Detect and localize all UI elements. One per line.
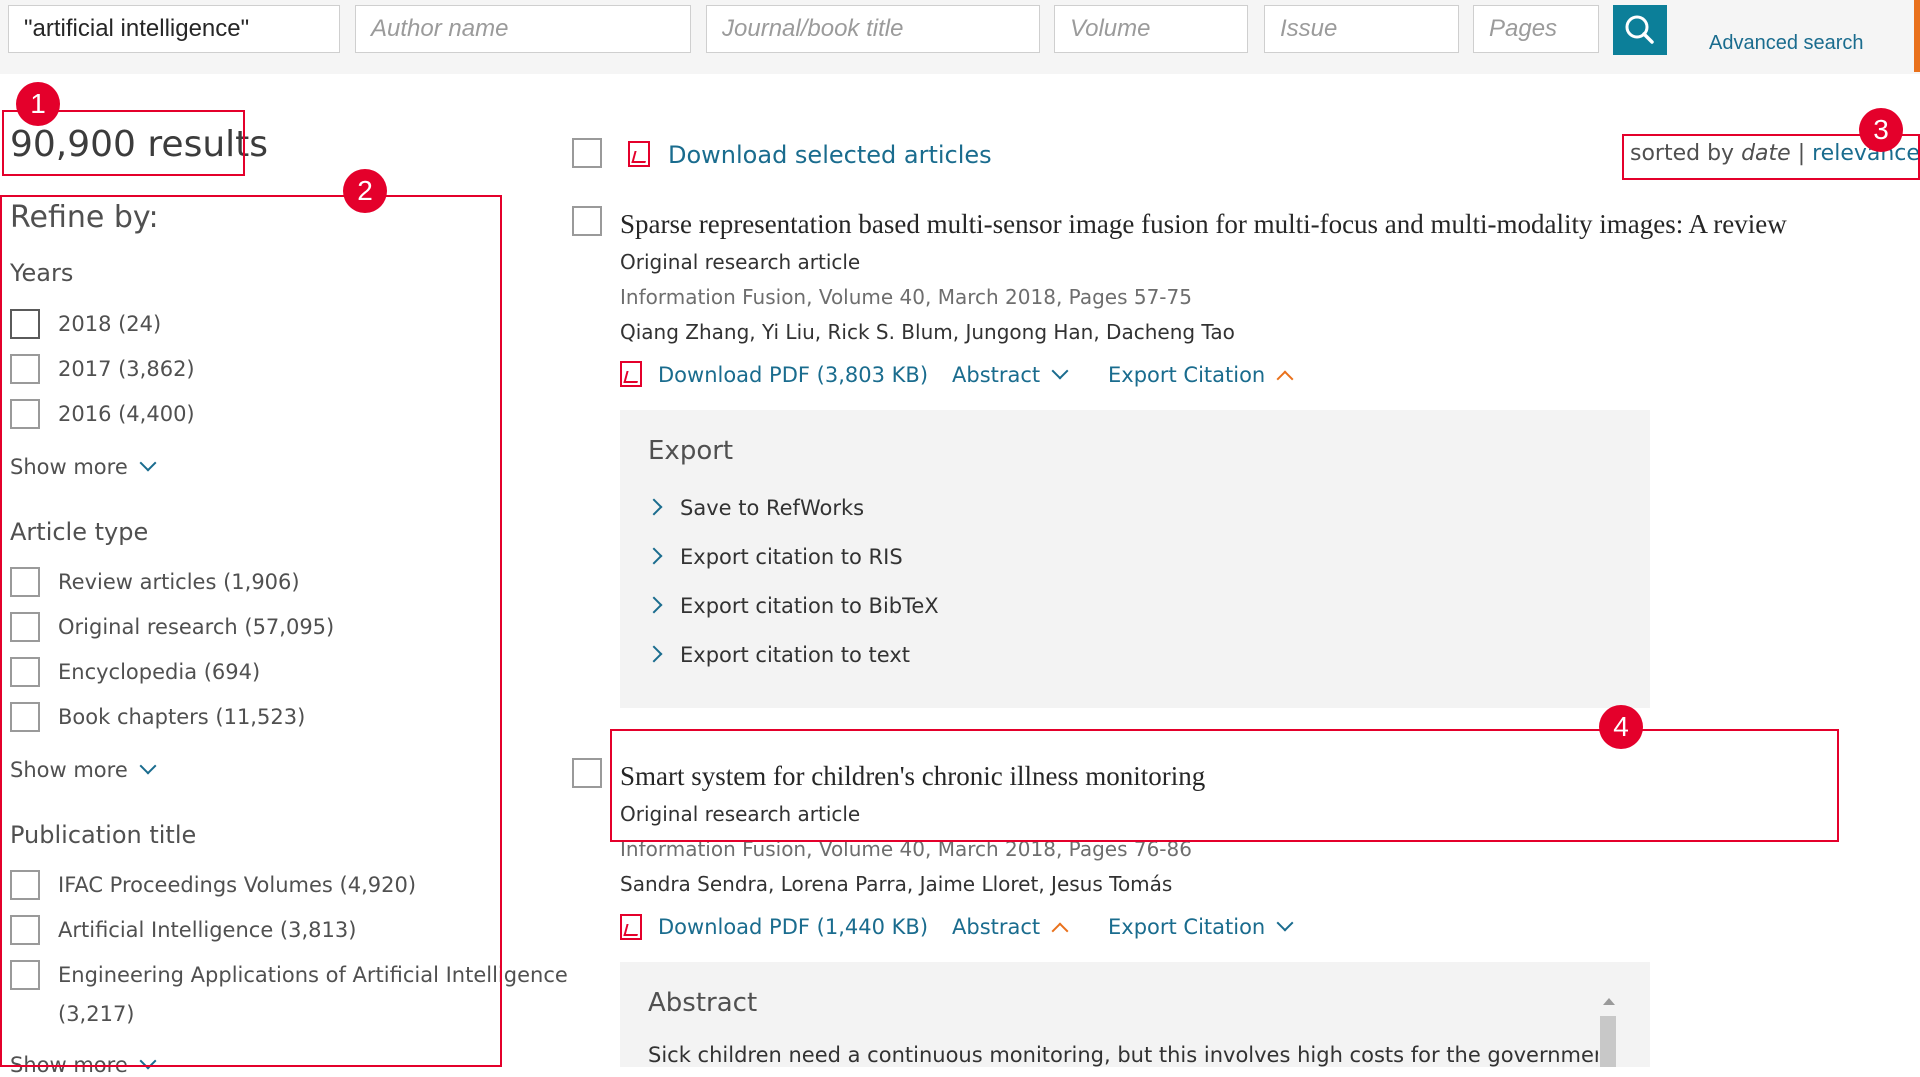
- pdf-icon: [628, 141, 650, 167]
- export-item-label: Save to RefWorks: [680, 496, 865, 520]
- abstract-toggle[interactable]: Abstract: [952, 915, 1069, 940]
- result-authors: Qiang Zhang, Yi Liu, Rick S. Blum, Jungo…: [620, 320, 1235, 344]
- chevron-right-icon: [645, 596, 663, 614]
- keywords-input[interactable]: "artificial intelligence": [8, 5, 340, 53]
- result-source: Information Fusion, Volume 40, March 201…: [620, 285, 1192, 309]
- pdf-icon: [620, 361, 642, 387]
- abstract-label: Abstract: [952, 915, 1041, 939]
- volume-input[interactable]: Volume: [1054, 5, 1248, 53]
- export-text-link[interactable]: Export citation to text: [645, 643, 911, 667]
- accent-edge: [1914, 0, 1920, 72]
- chevron-right-icon: [645, 498, 663, 516]
- chevron-right-icon: [645, 547, 663, 565]
- annotation-badge: 2: [343, 169, 387, 213]
- export-bibtex-link[interactable]: Export citation to BibTeX: [645, 594, 939, 618]
- abstract-label: Abstract: [952, 363, 1041, 387]
- export-refworks-link[interactable]: Save to RefWorks: [645, 496, 865, 520]
- export-item-label: Export citation to RIS: [680, 545, 903, 569]
- annotation-badge: 4: [1599, 705, 1643, 749]
- chevron-up-icon: [1051, 922, 1069, 940]
- scroll-up-arrow[interactable]: [1603, 998, 1615, 1005]
- abstract-toggle[interactable]: Abstract: [952, 362, 1069, 387]
- abstract-heading: Abstract: [648, 988, 758, 1018]
- annotation-badge: 3: [1859, 108, 1903, 152]
- annotation-box-2: [0, 195, 502, 1067]
- annotation-badge: 1: [16, 82, 60, 126]
- issue-input[interactable]: Issue: [1264, 5, 1459, 53]
- advanced-search-link[interactable]: Advanced search: [1709, 32, 1864, 55]
- chevron-right-icon: [645, 645, 663, 663]
- annotation-box-4: [610, 729, 1839, 842]
- download-pdf-link[interactable]: Download PDF (1,440 KB): [658, 915, 928, 939]
- result-title[interactable]: Sparse representation based multi-sensor…: [620, 209, 1787, 240]
- export-citation-label: Export Citation: [1108, 915, 1266, 939]
- search-icon: [1625, 15, 1654, 44]
- export-ris-link[interactable]: Export citation to RIS: [645, 545, 903, 569]
- search-button[interactable]: [1613, 5, 1667, 55]
- export-item-label: Export citation to text: [680, 643, 911, 667]
- export-heading: Export: [648, 436, 734, 466]
- export-citation-label: Export Citation: [1108, 363, 1266, 387]
- scrollbar-thumb[interactable]: [1600, 1016, 1616, 1067]
- select-all-checkbox[interactable]: [572, 138, 602, 168]
- result-checkbox[interactable]: [572, 758, 602, 788]
- pdf-icon: [620, 914, 642, 940]
- download-pdf-link[interactable]: Download PDF (3,803 KB): [658, 363, 928, 387]
- chevron-up-icon: [1276, 370, 1294, 388]
- journal-input[interactable]: Journal/book title: [706, 5, 1040, 53]
- chevron-down-icon: [1051, 362, 1069, 380]
- chevron-down-icon: [1276, 914, 1294, 932]
- export-citation-toggle[interactable]: Export Citation: [1108, 363, 1294, 388]
- result-checkbox[interactable]: [572, 206, 602, 236]
- export-item-label: Export citation to BibTeX: [680, 594, 939, 618]
- pages-input[interactable]: Pages: [1473, 5, 1599, 53]
- author-input[interactable]: Author name: [355, 5, 691, 53]
- abstract-text: Sick children need a continuous monitori…: [648, 1043, 1616, 1067]
- download-selected-link[interactable]: Download selected articles: [668, 141, 992, 169]
- search-bar: "artificial intelligence" Author name Jo…: [0, 0, 1920, 74]
- result-type: Original research article: [620, 250, 861, 274]
- result-authors: Sandra Sendra, Lorena Parra, Jaime Llore…: [620, 872, 1173, 896]
- export-citation-toggle[interactable]: Export Citation: [1108, 914, 1294, 939]
